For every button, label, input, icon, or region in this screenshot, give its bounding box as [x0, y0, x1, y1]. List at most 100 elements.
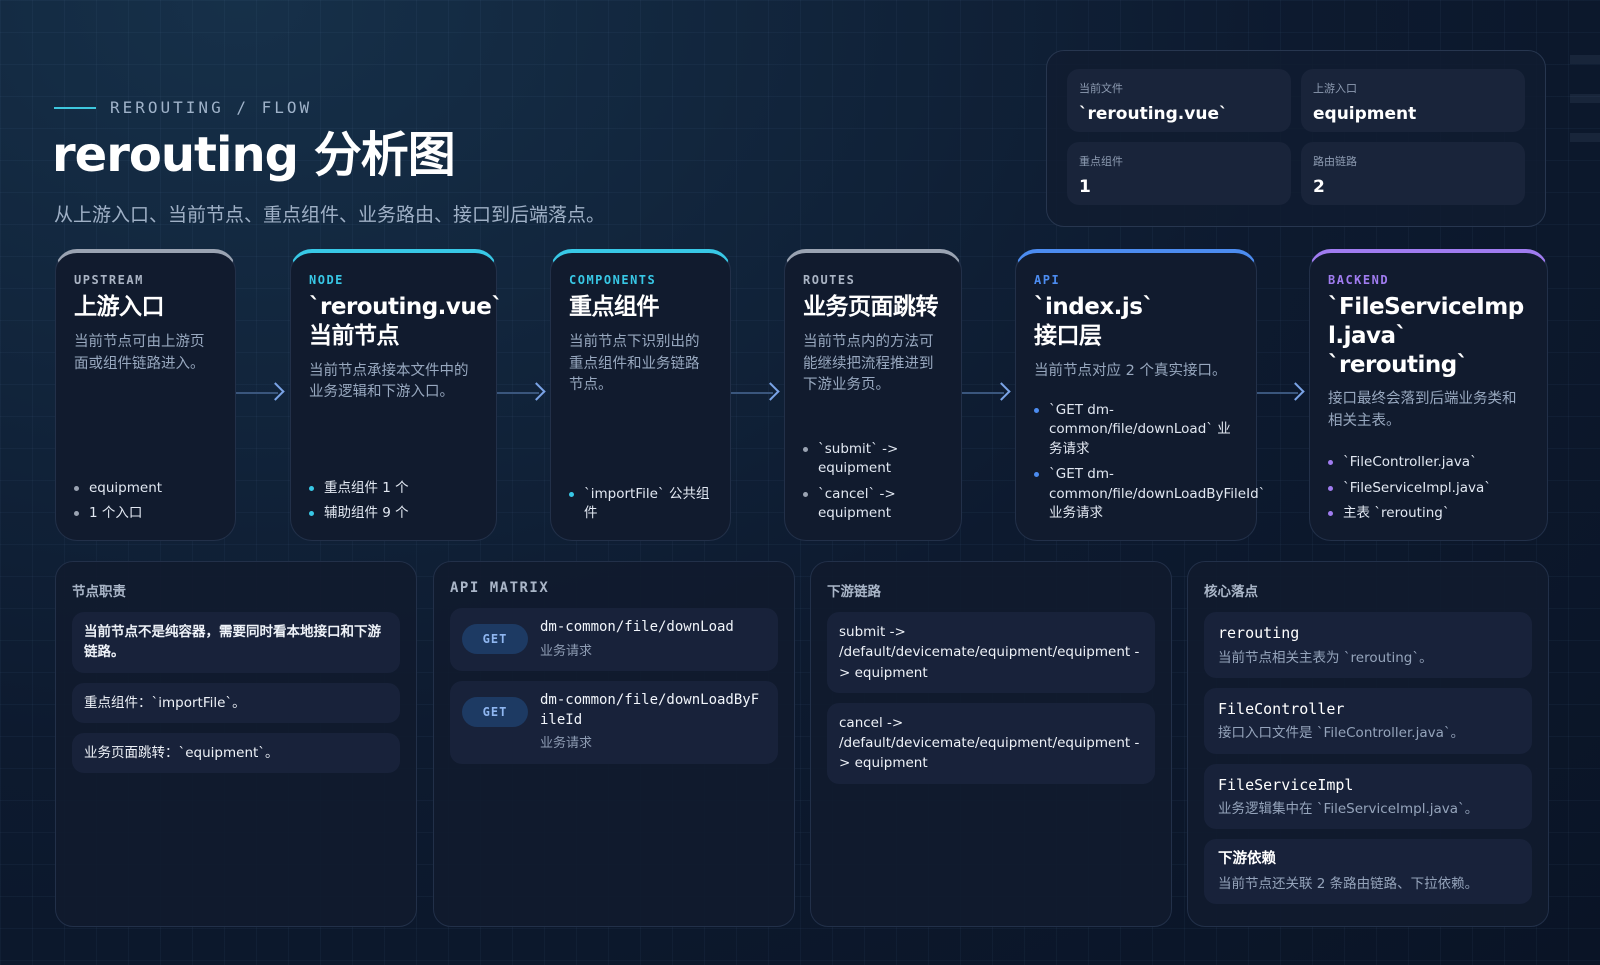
api-row: GET dm-common/file/downLoad 业务请求 — [450, 608, 778, 672]
flow-card-routes: ROUTES 业务页面跳转 当前节点内的方法可能继续把流程推进到下游业务页。 `… — [784, 249, 962, 541]
list-item: 业务页面跳转：`equipment`。 — [72, 732, 400, 773]
core-name: 下游依赖 — [1218, 851, 1276, 868]
stats-panel: 当前文件 `rerouting.vue` 上游入口 equipment 重点组件… — [1046, 50, 1546, 227]
list-item: 重点组件 1 个 — [309, 479, 478, 499]
card-title-line: 当前节点 — [309, 322, 400, 349]
list-item: `GET dm-common/file/downLoadByFileId` 业务… — [1034, 465, 1265, 524]
arrow-right-icon — [731, 382, 780, 402]
list-item: `importFile` 公共组件 — [569, 485, 712, 524]
card-title-line: 接口层 — [1034, 322, 1102, 349]
card-list: 重点组件 1 个 辅助组件 9 个 — [309, 473, 478, 524]
stat-label: 上游入口 — [1313, 82, 1357, 95]
panel-title: API MATRIX — [450, 580, 550, 596]
page-title: rerouting 分析图 — [52, 127, 456, 183]
panel-api-matrix: API MATRIX GET dm-common/file/downLoad 业… — [433, 561, 795, 927]
flow-card-api: API `index.js` 接口层 当前节点对应 2 个真实接口。 `GET … — [1015, 249, 1265, 541]
card-title-line: `rerouting.vue` — [309, 294, 503, 320]
card-title: `rerouting.vue` 当前节点 — [309, 293, 503, 351]
api-type: 业务请求 — [540, 643, 593, 659]
panel-title: 节点职责 — [72, 584, 126, 600]
method-badge: GET — [462, 624, 528, 654]
card-title: 上游入口 — [74, 294, 165, 320]
eyebrow-line — [54, 106, 96, 109]
card-title: 业务页面跳转 — [803, 294, 939, 320]
list-item: rerouting 当前节点相关主表为 `rerouting`。 — [1204, 612, 1532, 678]
list-item: FileServiceImpl 业务逻辑集中在 `FileServiceImpl… — [1204, 763, 1532, 830]
card-description: 当前节点对应 2 个真实接口。 — [1034, 362, 1227, 379]
stat-label: 路由链路 — [1313, 155, 1357, 168]
api-path: dm-common/file/downLoad — [540, 619, 734, 635]
panel-title: 下游链路 — [827, 584, 881, 600]
page-subtitle: 从上游入口、当前节点、重点组件、业务路由、接口到后端落点。 — [54, 204, 606, 226]
card-list: `importFile` 公共组件 — [569, 479, 712, 524]
card-title-line: `index.js` — [1034, 294, 1154, 320]
stat-value: 2 — [1313, 177, 1325, 197]
list-item: `FileController.java` — [1328, 453, 1529, 473]
core-description: 当前节点相关主表为 `rerouting`。 — [1218, 649, 1433, 666]
card-tag: ROUTES — [803, 273, 856, 287]
api-type: 业务请求 — [540, 736, 593, 752]
card-description: 当前节点承接本文件中的业务逻辑和下游入口。 — [309, 362, 469, 401]
card-tag: COMPONENTS — [569, 273, 657, 287]
card-title: `index.js` 接口层 — [1034, 293, 1238, 351]
card-list: `GET dm-common/file/downLoad` 业务请求 `GET … — [1034, 395, 1265, 524]
core-name: rerouting — [1218, 624, 1300, 642]
list-item: submit -> /default/devicemate/equipment/… — [827, 612, 1155, 693]
card-description: 当前节点下识别出的重点组件和业务链路节点。 — [569, 333, 700, 394]
card-tag: BACKEND — [1328, 273, 1390, 287]
flow-card-backend: BACKEND `FileServiceImpl.java` `reroutin… — [1309, 249, 1548, 541]
flow-card-node: NODE `rerouting.vue` 当前节点 当前节点承接本文件中的业务逻… — [290, 249, 503, 541]
list-item: FileController 接口入口文件是 `FileController.j… — [1204, 687, 1532, 754]
arrow-right-icon — [962, 382, 1011, 402]
list-item: 重点组件：`importFile`。 — [72, 682, 400, 723]
eyebrow: REROUTING / FLOW — [54, 98, 312, 117]
stat-route-chains: 路由链路 2 — [1301, 142, 1525, 205]
list-item: `FileServiceImpl.java` — [1328, 479, 1529, 499]
list-item: 主表 `rerouting` — [1328, 504, 1529, 524]
stat-value: 1 — [1079, 177, 1091, 197]
card-tag: UPSTREAM — [74, 273, 144, 287]
card-title-line: `rerouting` — [1328, 351, 1468, 378]
arrow-right-icon — [497, 382, 546, 402]
stat-value: equipment — [1313, 104, 1417, 124]
arrow-right-icon — [236, 382, 285, 402]
core-name: FileServiceImpl — [1218, 775, 1354, 794]
card-list: `submit` -> equipment `cancel` -> equipm… — [803, 434, 943, 524]
stat-current-file: 当前文件 `rerouting.vue` — [1067, 69, 1291, 132]
card-title: 重点组件 — [569, 294, 660, 320]
card-list: `FileController.java` `FileServiceImpl.j… — [1328, 447, 1529, 524]
panel-downstream: 下游链路 submit -> /default/devicemate/equip… — [810, 561, 1172, 927]
card-title: `FileServiceImpl.java` `rerouting` — [1328, 293, 1529, 379]
panel-node-duties: 节点职责 当前节点不是纯容器，需要同时看本地接口和下游链路。 重点组件：`imp… — [55, 561, 417, 927]
card-description: 当前节点内的方法可能继续把流程推进到下游业务页。 — [803, 333, 934, 394]
method-badge: GET — [462, 697, 528, 728]
api-path: dm-common/file/downLoadByFileId — [540, 692, 760, 728]
core-description: 接口入口文件是 `FileController.java`。 — [1218, 725, 1465, 742]
api-row: GET dm-common/file/downLoadByFileId 业务请求 — [450, 681, 778, 764]
list-item: equipment — [74, 479, 217, 499]
core-description: 当前节点还关联 2 条路由链路、下拉依赖。 — [1218, 876, 1479, 892]
stat-upstream-entry: 上游入口 equipment — [1301, 69, 1525, 132]
core-name: FileController — [1218, 699, 1345, 718]
flow-card-upstream: UPSTREAM 上游入口 当前节点可由上游页面或组件链路进入。 equipme… — [55, 249, 236, 541]
panel-title: 核心落点 — [1204, 584, 1258, 600]
stat-label: 当前文件 — [1079, 82, 1123, 95]
panel-core-landing: 核心落点 rerouting 当前节点相关主表为 `rerouting`。 Fi… — [1187, 561, 1549, 927]
core-description: 业务逻辑集中在 `FileServiceImpl.java`。 — [1218, 801, 1479, 817]
list-item: `submit` -> equipment — [803, 440, 943, 479]
stat-label: 重点组件 — [1079, 155, 1123, 168]
list-item: 当前节点不是纯容器，需要同时看本地接口和下游链路。 — [72, 612, 400, 673]
list-item: 辅助组件 9 个 — [309, 504, 478, 524]
card-tag: API — [1034, 273, 1061, 287]
arrow-right-icon — [1257, 382, 1305, 402]
list-item: cancel -> /default/devicemate/equipment/… — [827, 702, 1155, 784]
list-item: `cancel` -> equipment — [803, 485, 943, 524]
eyebrow-text: REROUTING / FLOW — [110, 98, 313, 117]
card-list: equipment 1 个入口 — [74, 473, 217, 524]
card-description: 当前节点可由上游页面或组件链路进入。 — [74, 333, 205, 372]
list-item: 1 个入口 — [74, 504, 217, 524]
stat-value: `rerouting.vue` — [1079, 104, 1228, 124]
card-description: 接口最终会落到后端业务类和相关主表。 — [1328, 391, 1517, 429]
list-item: `GET dm-common/file/downLoad` 业务请求 — [1034, 401, 1238, 460]
stat-key-components: 重点组件 1 — [1067, 142, 1291, 205]
